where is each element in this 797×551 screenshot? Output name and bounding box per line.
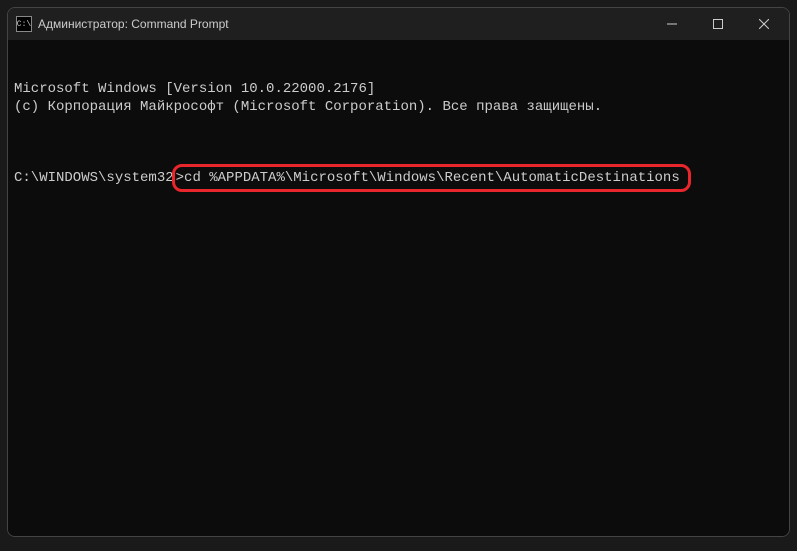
minimize-button[interactable]: [649, 8, 695, 40]
output-line: Microsoft Windows [Version 10.0.22000.21…: [14, 80, 783, 98]
close-icon: [759, 19, 769, 29]
maximize-icon: [713, 19, 723, 29]
command-prompt-window: C:\ Администратор: Command Prompt Micros…: [7, 7, 790, 537]
output-line: (c) Корпорация Майкрософт (Microsoft Cor…: [14, 98, 783, 116]
maximize-button[interactable]: [695, 8, 741, 40]
prompt-path: C:\WINDOWS\system32: [14, 169, 174, 187]
command-text: cd %APPDATA%\Microsoft\Windows\Recent\Au…: [184, 170, 680, 186]
app-icon-text: C:\: [17, 20, 31, 29]
terminal-area[interactable]: Microsoft Windows [Version 10.0.22000.21…: [8, 40, 789, 536]
close-button[interactable]: [741, 8, 787, 40]
command-highlight: >cd %APPDATA%\Microsoft\Windows\Recent\A…: [172, 164, 691, 192]
prompt-line: C:\WINDOWS\system32>cd %APPDATA%\Microso…: [14, 164, 783, 192]
cursor: [691, 171, 699, 186]
titlebar[interactable]: C:\ Администратор: Command Prompt: [8, 8, 789, 40]
minimize-icon: [667, 19, 677, 29]
app-icon: C:\: [16, 16, 32, 32]
window-title: Администратор: Command Prompt: [38, 17, 649, 31]
window-controls: [649, 8, 787, 40]
prompt-char: >: [176, 170, 184, 186]
